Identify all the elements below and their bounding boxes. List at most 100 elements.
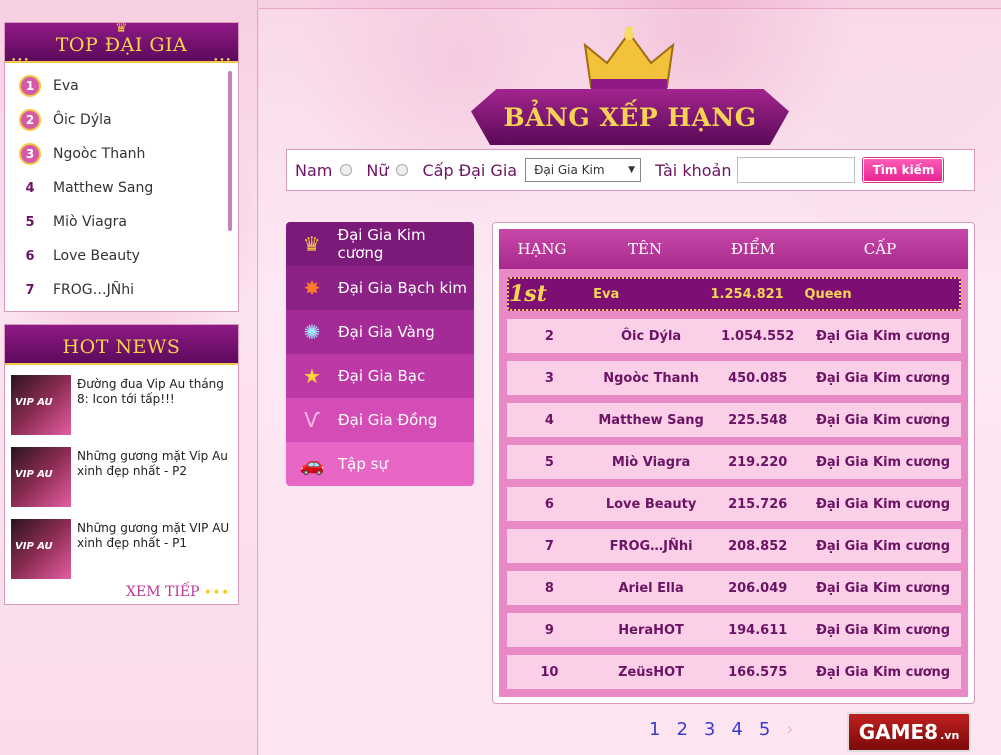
category-label: Tập sự — [338, 455, 388, 473]
table-row[interactable]: 2 Ôic Dýla 1.054.552 Đại Gia Kim cương — [507, 319, 961, 353]
male-label: Nam — [295, 160, 333, 180]
row-name: HeraHOT — [618, 622, 684, 638]
page-link[interactable]: 5 — [759, 719, 770, 740]
top-list-item[interactable]: 4 Matthew Sang — [19, 171, 238, 205]
row-name: Matthew Sang — [598, 412, 704, 428]
thumbnail-label: VIP AU — [15, 397, 53, 408]
next-page-icon[interactable]: › — [786, 719, 793, 740]
top-list-item[interactable]: 2 Ôic Dýla — [19, 103, 238, 137]
category-item[interactable]: ♛ Đại Gia Kim cương — [286, 222, 474, 266]
row-score: 225.548 — [728, 412, 788, 428]
table-row[interactable]: 3 Ngoòc Thanh 450.085 Đại Gia Kim cương — [507, 361, 961, 395]
top-list-item[interactable]: 6 Love Beauty — [19, 239, 238, 273]
category-label: Đại Gia Bạch kim — [338, 279, 467, 297]
row-name: Ôic Dýla — [620, 328, 682, 344]
top-list-item[interactable]: 3 Ngoòc Thanh — [19, 137, 238, 171]
row-score: 206.049 — [728, 580, 788, 596]
dropdown-arrow-icon: ▼ — [628, 165, 636, 175]
thumbnail-label: VIP AU — [15, 541, 53, 552]
row-level: Đại Gia Kim cương — [815, 580, 951, 596]
table-row[interactable]: 5 Miò Viagra 219.220 Đại Gia Kim cương — [507, 445, 961, 479]
rank-number: 7 — [25, 282, 35, 298]
top-list-item[interactable]: 7 FROG…JÑhi — [19, 273, 238, 307]
news-item[interactable]: VIP AU Những gương mặt VIP AU xinh đẹp nh… — [5, 519, 238, 589]
search-bar: Nam Nữ Cấp Đại Gia Đại Gia Kim ▼ Tài kho… — [286, 149, 975, 191]
header-level: CẤP — [863, 240, 897, 258]
rank-number: 5 — [25, 214, 35, 230]
male-radio[interactable] — [340, 164, 353, 176]
row-name: ZeüsHOT — [618, 664, 685, 680]
top-list-scrollbar[interactable] — [228, 71, 232, 231]
female-radio[interactable] — [396, 164, 409, 176]
row-name: Love Beauty — [605, 496, 697, 512]
category-label: Đại Gia Vàng — [338, 323, 435, 341]
page-link[interactable]: 2 — [676, 719, 687, 740]
top-list-item[interactable]: 5 Miò Viagra — [19, 205, 238, 239]
header-rank: HẠNG — [517, 240, 567, 258]
top-dai-gia-title: TOP ĐẠI GIA — [55, 34, 188, 56]
category-item[interactable]: Ѵ Đại Gia Đồng — [286, 398, 474, 442]
top-list-item[interactable]: 1 Eva — [19, 69, 238, 103]
ranking-title: BẢNG XẾP HẠNG — [471, 27, 789, 145]
female-label: Nữ — [366, 160, 389, 180]
news-thumbnail[interactable]: VIP AU — [11, 447, 71, 507]
category-item[interactable]: ✸ Đại Gia Bạch kim — [286, 266, 474, 310]
star-icon: ★ — [303, 364, 321, 388]
news-title[interactable]: Những gương mặt VIP AU xinh đẹp nhất - P… — [77, 519, 234, 551]
first-name: Eva — [593, 286, 620, 302]
row-name: Ngoòc Thanh — [603, 370, 699, 386]
row-rank: 6 — [544, 496, 554, 512]
category-item[interactable]: 🚗 Tập sự — [286, 442, 474, 486]
ranking-title-text: BẢNG XẾP HẠNG — [503, 102, 757, 132]
row-level: Đại Gia Kim cương — [815, 664, 951, 680]
hot-news-panel: HOT NEWS VIP AU Đường đua Vip Au tháng 8:… — [4, 324, 239, 605]
logo-suffix: .vn — [940, 728, 960, 742]
category-item[interactable]: ✺ Đại Gia Vàng — [286, 310, 474, 354]
row-level: Đại Gia Kim cương — [815, 454, 951, 470]
more-news-link[interactable]: XEM TIẾP ••• — [126, 584, 230, 600]
row-score: 166.575 — [728, 664, 788, 680]
row-rank: 9 — [544, 622, 554, 638]
table-row[interactable]: 6 Love Beauty 215.726 Đại Gia Kim cương — [507, 487, 961, 521]
row-rank: 5 — [544, 454, 554, 470]
account-input[interactable] — [737, 157, 856, 183]
row-name: Ariel Ella — [618, 580, 684, 596]
table-row[interactable]: 7 FROG…JÑhi 208.852 Đại Gia Kim cương — [507, 529, 961, 563]
row-rank: 4 — [544, 412, 554, 428]
logo-main: GAME8 — [858, 720, 939, 744]
news-item[interactable]: VIP AU Những gương mặt Vip Au xinh đẹp nh… — [5, 447, 238, 517]
player-name: Eva — [53, 78, 79, 94]
page-link[interactable]: 1 — [649, 719, 660, 740]
top-dai-gia-list: 1 Eva 2 Ôic Dýla 3 Ngoòc Thanh 4 Matthew Sang 5 M… — [5, 63, 238, 307]
news-item[interactable]: VIP AU Đường đua Vip Au tháng 8: Icon tới… — [5, 375, 238, 445]
lv-logo-icon: Ѵ — [304, 408, 320, 432]
table-row[interactable]: 8 Ariel Ella 206.049 Đại Gia Kim cương — [507, 571, 961, 605]
player-name: Love Beauty — [53, 248, 140, 264]
category-label: Đại Gia Kim cương — [337, 226, 426, 262]
table-row[interactable]: 4 Matthew Sang 225.548 Đại Gia Kim cương — [507, 403, 961, 437]
row-score: 208.852 — [728, 538, 788, 554]
news-thumbnail[interactable]: VIP AU — [11, 519, 71, 579]
first-place-row[interactable]: 1st Eva 1.254.821 Queen — [507, 277, 961, 311]
ranking-table-body: HẠNG TÊN ĐIỂM CẤP 1st Eva 1.254.821 Quee… — [499, 229, 968, 697]
row-rank: 2 — [544, 328, 554, 344]
page-link[interactable]: 4 — [731, 719, 742, 740]
row-rank: 7 — [544, 538, 554, 554]
search-button[interactable]: Tìm kiếm — [863, 158, 944, 182]
row-rank: 10 — [540, 664, 559, 680]
table-row[interactable]: 9 HeraHOT 194.611 Đại Gia Kim cương — [507, 613, 961, 647]
row-rank: 3 — [544, 370, 554, 386]
category-item[interactable]: ★ Đại Gia Bạc — [286, 354, 474, 398]
news-title[interactable]: Những gương mặt Vip Au xinh đẹp nhất - P… — [77, 447, 234, 479]
level-select[interactable]: Đại Gia Kim ▼ — [525, 158, 642, 182]
table-row[interactable]: 10 ZeüsHOT 166.575 Đại Gia Kim cương — [507, 655, 961, 689]
player-name: Ôic Dýla — [53, 112, 112, 128]
news-title[interactable]: Đường đua Vip Au tháng 8: Icon tới tấp!!… — [77, 375, 234, 407]
page-link[interactable]: 3 — [704, 719, 715, 740]
level-label: Cấp Đại Gia — [422, 160, 518, 180]
news-thumbnail[interactable]: VIP AU — [11, 375, 71, 435]
crown-icon: ♛ — [302, 232, 321, 256]
row-level: Đại Gia Kim cương — [815, 370, 951, 386]
car-icon: 🚗 — [299, 452, 325, 476]
player-name: Ngoòc Thanh — [53, 146, 146, 162]
